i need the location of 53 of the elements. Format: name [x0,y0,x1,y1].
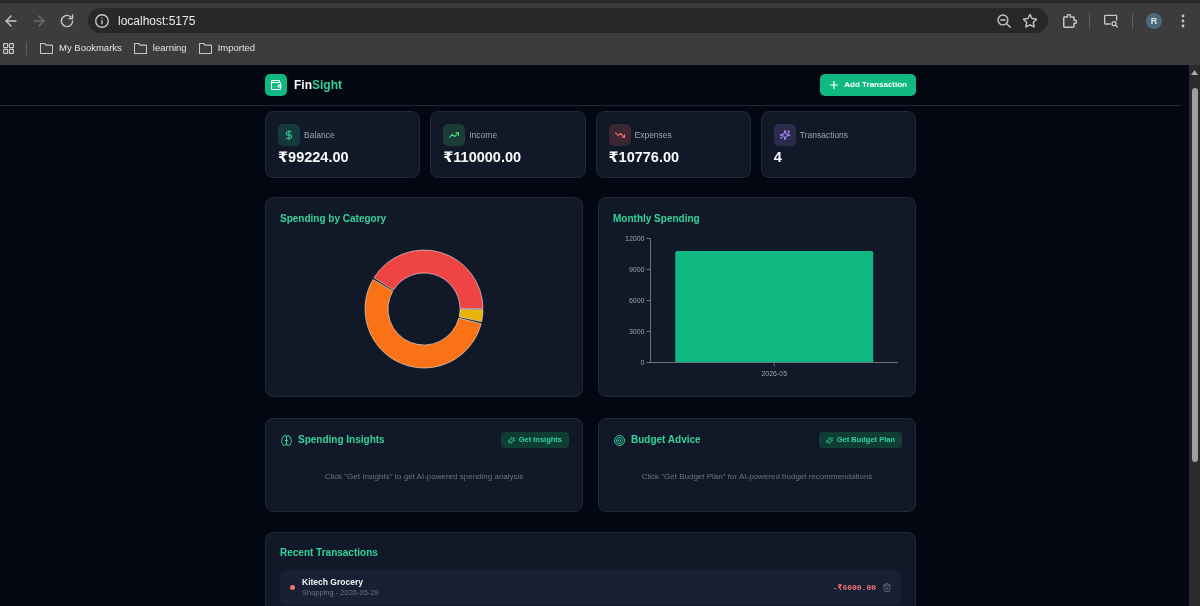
stat-label: Expenses [634,128,672,142]
stat-value: 4 [773,148,783,166]
brand-name: FinSight [294,77,342,94]
address-bar[interactable]: localhost:5175 [88,8,1048,33]
stat-value: ₹10776.00 [608,148,681,166]
card-title: Spending Insights [298,434,385,446]
trending-down-icon [608,124,631,146]
dollar-icon [278,124,300,146]
stat-label: Income [469,128,498,142]
trending-up-icon [443,124,466,146]
plus-icon [830,81,839,89]
folder-icon [198,43,212,54]
stat-value: ₹99224.00 [278,148,350,166]
bookmark-label: My Bookmarks [59,41,122,56]
scroll-up-icon[interactable] [1191,70,1198,75]
target-icon [614,434,625,446]
folder-icon [40,43,53,54]
sparkles-icon [507,436,515,444]
sparkles-icon [773,124,796,146]
url-text: localhost:5175 [118,13,196,28]
arrow-left-icon [4,13,18,28]
transaction-amount: -₹6000.00 [832,581,876,594]
bookmark-folder[interactable]: Imported [192,38,262,59]
placeholder-message: Click "Get Insights" to get AI-powered spending analysis [323,472,525,482]
more-menu-icon[interactable] [1181,13,1185,28]
bookmark-folder[interactable]: My Bookmarks [34,38,128,59]
sparkles-icon [825,436,833,444]
monitor-search-icon[interactable] [1104,13,1118,28]
stat-label: Transactions [799,128,849,142]
card-title: Monthly Spending [613,213,701,225]
bookmark-folder[interactable]: learning [127,38,193,59]
placeholder-message: Click "Get Budget Plan" for AI-powered budget recommendations [640,472,874,482]
star-icon[interactable] [1023,13,1037,28]
trash-icon[interactable] [883,583,891,592]
stat-label: Balance [304,128,335,142]
bookmark-label: learning [152,41,187,56]
zoom-out-icon[interactable] [997,13,1011,28]
brain-icon [281,434,292,446]
card-title: Spending by Category [280,213,388,225]
transaction-name: Kitech Grocery [302,577,364,588]
scrollbar-thumb[interactable] [1192,88,1198,462]
info-icon[interactable] [95,13,109,28]
reload-icon [60,13,74,28]
puzzle-icon[interactable] [1063,13,1077,28]
scrollbar[interactable] [1189,65,1200,606]
card-title: Recent Transactions [280,547,379,559]
apps-grid-icon[interactable] [3,43,14,54]
folder-icon [133,43,147,54]
profile-button[interactable]: R [1146,12,1162,29]
stat-value: ₹110000.00 [443,148,523,166]
bookmark-label: Imported [217,41,256,56]
card-title: Budget Advice [631,434,701,446]
wallet-logo-icon [265,74,287,96]
